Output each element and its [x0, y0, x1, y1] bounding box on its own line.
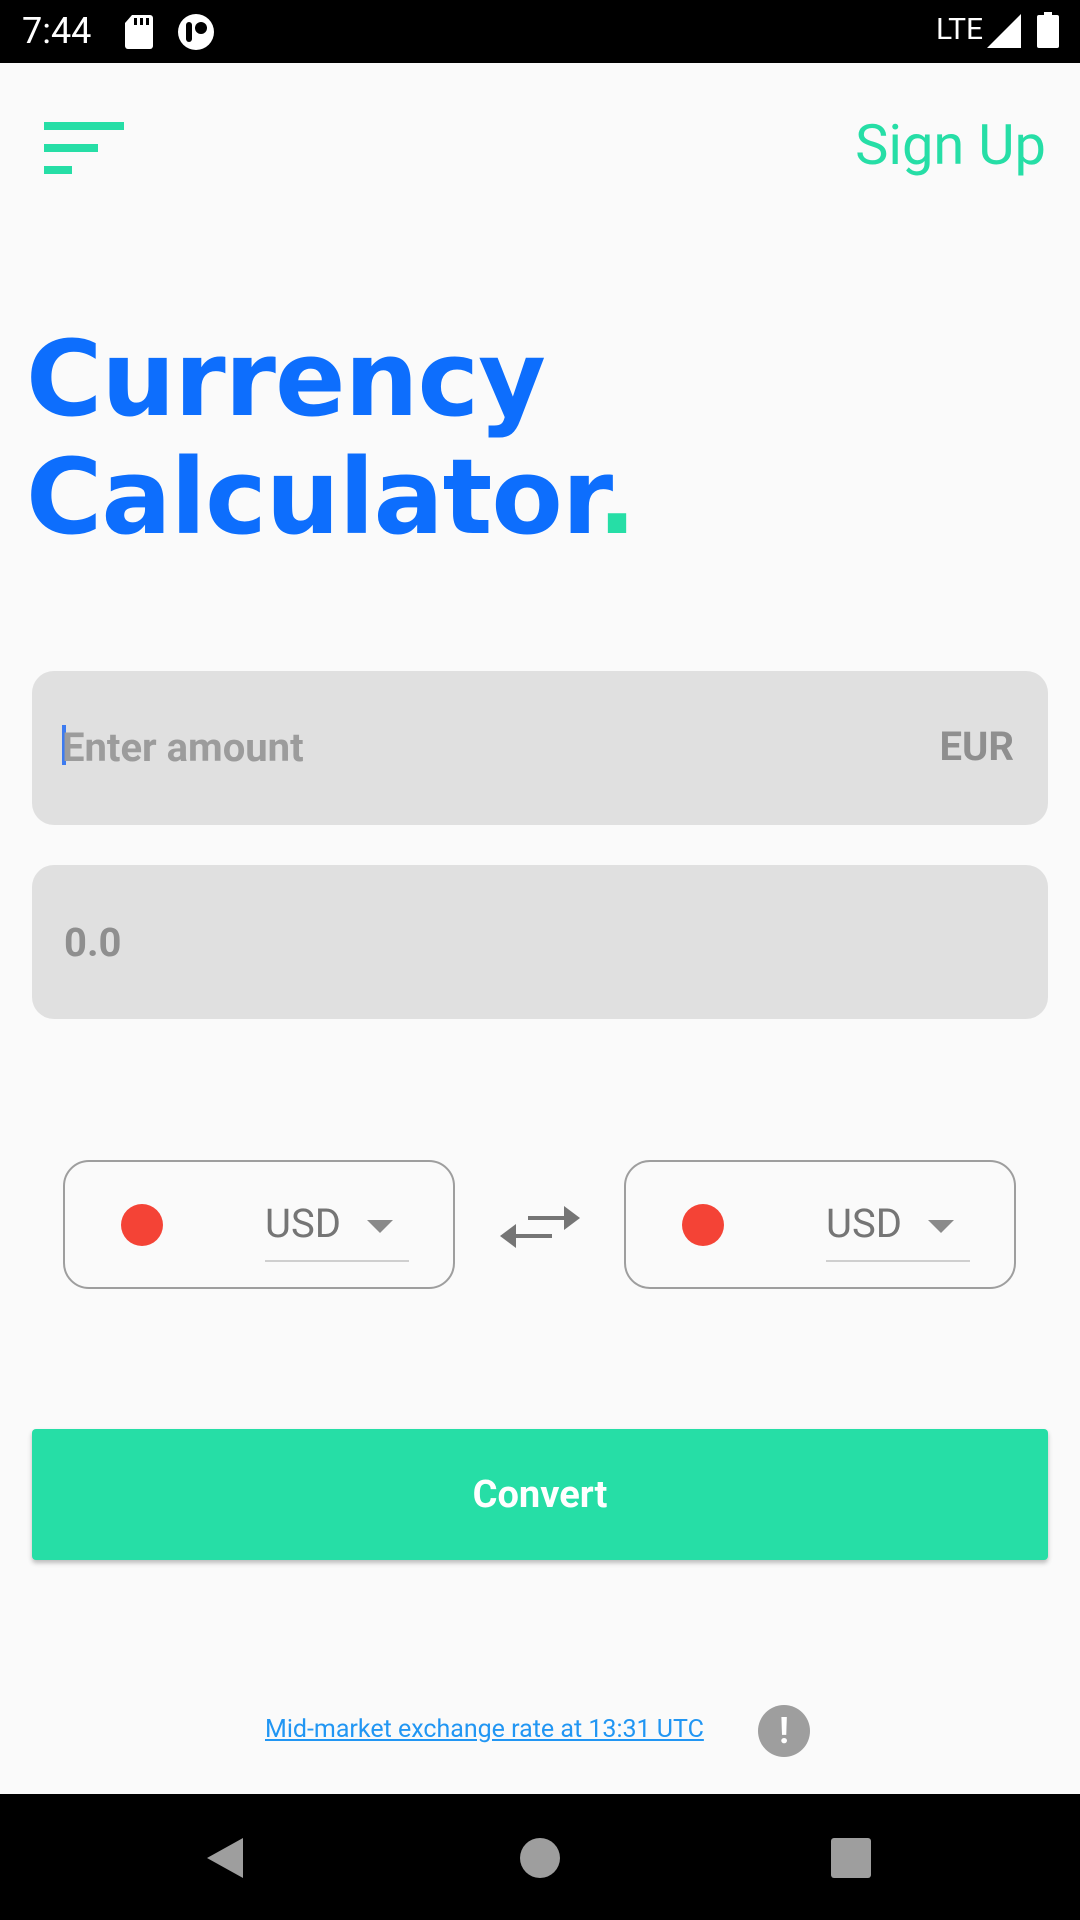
title-line-2-text: Calculator: [26, 436, 598, 558]
sd-card-icon: [125, 15, 153, 49]
from-currency-flag-icon: [121, 1204, 163, 1246]
to-currency-selector[interactable]: USD: [624, 1160, 1016, 1289]
result-value: 0.0: [64, 919, 122, 966]
status-time: 7:44: [22, 10, 92, 52]
title-line-2: Calculator.: [26, 436, 637, 558]
exchange-rate-link[interactable]: Mid-market exchange rate at 13:31 UTC: [265, 1710, 704, 1750]
signal-icon: [987, 14, 1021, 48]
menu-bar-3: [44, 166, 72, 174]
amount-currency-suffix: EUR: [939, 723, 1015, 770]
to-currency-dropdown[interactable]: USD: [826, 1192, 970, 1262]
back-icon[interactable]: [205, 1836, 245, 1880]
page-title: Currency Calculator.: [26, 318, 637, 558]
menu-icon[interactable]: [40, 118, 130, 178]
navigation-bar: [0, 1794, 1080, 1920]
convert-button[interactable]: Convert: [32, 1429, 1048, 1560]
menu-bar-1: [44, 122, 124, 130]
chevron-down-icon: [928, 1220, 954, 1233]
amount-field[interactable]: EUR: [32, 671, 1048, 825]
network-type: LTE: [936, 12, 984, 47]
circle-status-icon: [178, 14, 214, 50]
sign-up-link[interactable]: Sign Up: [855, 112, 1046, 178]
chevron-down-icon: [367, 1220, 393, 1233]
to-currency-value: USD: [826, 1200, 902, 1247]
from-currency-value: USD: [265, 1200, 341, 1247]
title-line-1: Currency: [26, 318, 546, 440]
swap-arrows-icon[interactable]: [498, 1190, 582, 1260]
from-currency-selector[interactable]: USD: [63, 1160, 455, 1289]
battery-icon: [1037, 12, 1059, 48]
status-bar: 7:44 LTE: [0, 0, 1080, 63]
recents-icon[interactable]: [831, 1838, 871, 1878]
home-icon[interactable]: [520, 1838, 560, 1878]
to-currency-flag-icon: [682, 1204, 724, 1246]
amount-input[interactable]: [62, 719, 822, 775]
result-field: 0.0: [32, 865, 1048, 1019]
title-dot: .: [597, 436, 637, 558]
info-icon[interactable]: !: [758, 1705, 810, 1757]
from-currency-dropdown[interactable]: USD: [265, 1192, 409, 1262]
menu-bar-2: [44, 144, 98, 152]
